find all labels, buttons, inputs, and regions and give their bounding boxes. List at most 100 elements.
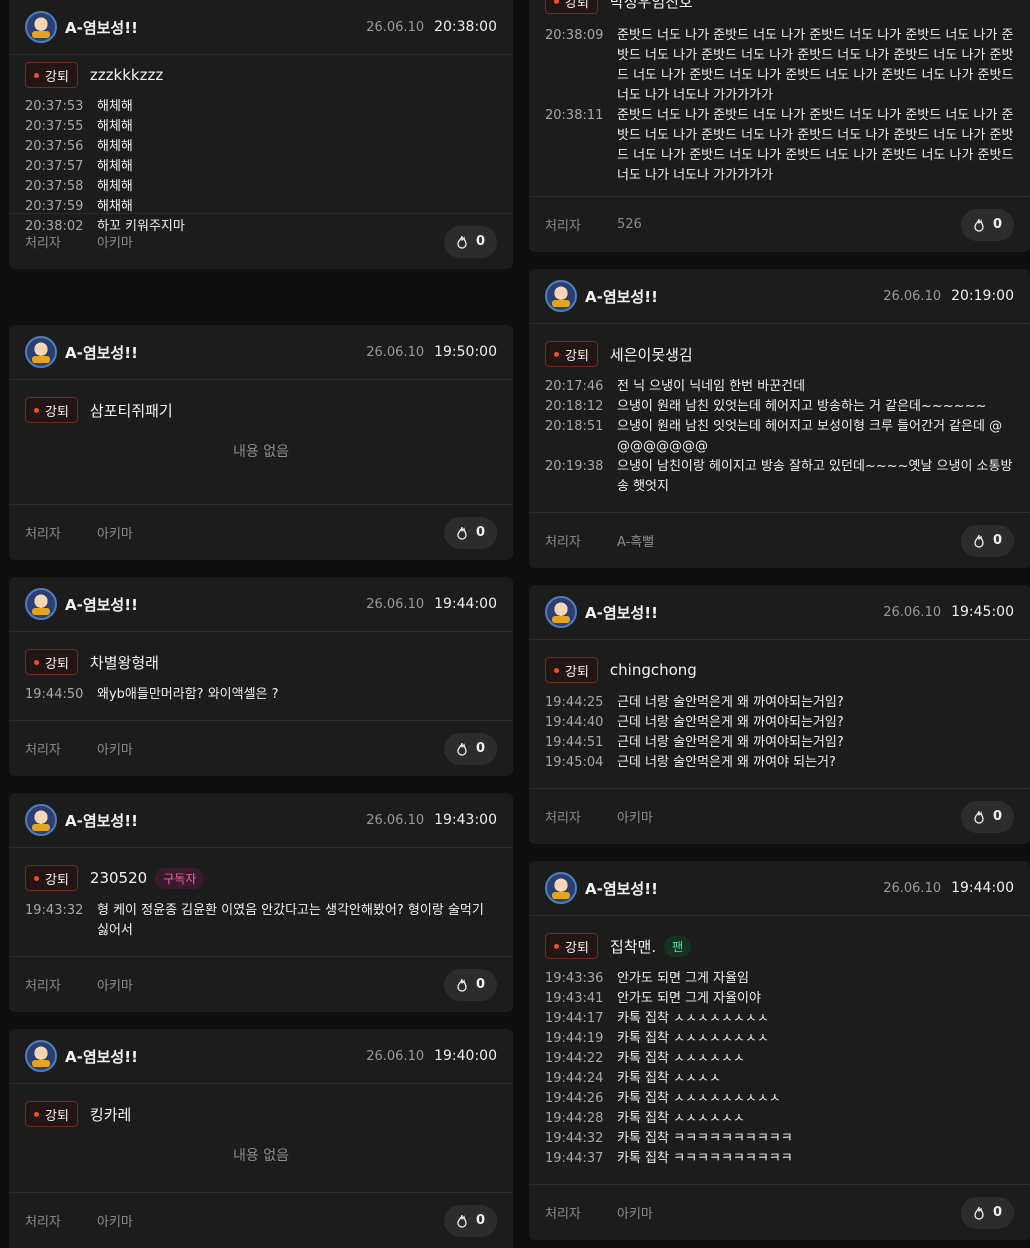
dot-icon (34, 875, 39, 881)
like-button[interactable]: 0 (960, 524, 1014, 557)
chat-line: 20:17:46 전 닉 으냉이 닉네임 한번 바꾼건데 (545, 377, 1014, 397)
target-name[interactable]: 세은이못생김 (610, 344, 693, 365)
author-name[interactable]: A-염보성!! (65, 17, 138, 38)
like-count: 0 (475, 234, 485, 249)
avatar[interactable] (25, 336, 57, 368)
handler-name[interactable]: A-흑뻘 (617, 531, 654, 550)
like-button[interactable]: 0 (443, 732, 497, 765)
avatar[interactable] (25, 1040, 57, 1072)
handler-label: 처리자 (545, 1207, 581, 1222)
chat-text: 준밧드 너도 나가 준밧드 너도 나가 준밧드 너도 나가 준밧드 너도 나가 … (617, 28, 1014, 103)
dot-icon (34, 72, 39, 78)
chat-time: 19:43:36 (545, 971, 604, 986)
like-button[interactable]: 0 (443, 968, 497, 1001)
like-button[interactable]: 0 (443, 516, 497, 549)
chat-line: 19:43:36 안가도 되면 그게 자율임 (545, 969, 1014, 989)
dot-icon (34, 407, 39, 413)
chat-line: 20:37:56 해체해 (25, 137, 497, 157)
kick-tag: 강퇴 (545, 933, 598, 959)
target-name[interactable]: chingchong (610, 661, 697, 679)
kick-tag: 강퇴 (25, 397, 78, 423)
card-footer: 처리자 아키마 0 (529, 788, 1030, 844)
kick-tag-label: 강퇴 (565, 940, 589, 956)
kick-tag: 강퇴 (545, 341, 598, 367)
chat-text: 근데 너랑 술안먹은게 왜 까여야되는거임? (617, 735, 844, 750)
handler-name[interactable]: 아키마 (617, 807, 653, 826)
kick-tag-label: 강퇴 (45, 69, 69, 85)
card-header: A-염보성!! 26.06.10 19:44:00 (9, 577, 513, 632)
author-name[interactable]: A-염보성!! (65, 810, 138, 831)
kick-card: A-염보성!! 26.06.10 19:44:00 강퇴 집착맨. 팬 19:4… (529, 861, 1030, 1240)
target-name[interactable]: 박정우임진호 (610, 0, 693, 12)
author-name[interactable]: A-염보성!! (585, 602, 658, 623)
card-date: 26.06.10 (366, 344, 425, 360)
avatar[interactable] (545, 872, 577, 904)
chat-line: 19:44:26 카톡 집착 ㅅㅅㅅㅅㅅㅅㅅㅅㅅ (545, 1089, 1014, 1109)
chat-time: 20:19:38 (545, 459, 604, 474)
card-body: 강퇴 세은이못생김 20:17:46 전 닉 으냉이 닉네임 한번 바꾼건데 20… (545, 341, 1014, 497)
chat-time: 19:43:41 (545, 991, 604, 1006)
handler-name[interactable]: 아키마 (97, 975, 133, 994)
chat-line: 19:44:50 왜yb애들만머라함? 와이액셀은 ? (25, 685, 497, 705)
target-name[interactable]: 킹카레 (90, 1104, 131, 1125)
handler-name[interactable]: 아키마 (97, 232, 133, 251)
chat-text: 형 케이 정윤종 김윤환 이였음 안갔다고는 생각안해봤어? 형이랑 술먹기 싫… (97, 903, 484, 938)
target-name[interactable]: 집착맨. (610, 936, 656, 957)
kick-card: A-염보성!! 26.06.10 19:43:00 강퇴 230520 구독자 … (9, 793, 513, 1012)
card-body: 강퇴 킹카레 내용 없음 (25, 1101, 497, 1165)
chat-time: 19:44:25 (545, 695, 604, 710)
handler-name[interactable]: 아키마 (97, 523, 133, 542)
like-button[interactable]: 0 (960, 800, 1014, 833)
handler-label: 처리자 (25, 1215, 61, 1230)
kick-card: A-염보성!! 26.06.10 20:38:00 강퇴 zzzkkkzzz 2… (9, 0, 513, 269)
kick-card: 강퇴 박정우임진호 20:38:09 준밧드 너도 나가 준밧드 너도 나가 준밧… (529, 0, 1030, 252)
handler-name[interactable]: 526 (617, 217, 642, 232)
handler-name[interactable]: 아키마 (97, 739, 133, 758)
card-body: 강퇴 zzzkkkzzz 20:37:53 해체해 20:37:55 해체해 20:… (25, 62, 497, 237)
handler-name[interactable]: 아키마 (617, 1203, 653, 1222)
card-date: 26.06.10 (366, 19, 425, 35)
avatar[interactable] (25, 588, 57, 620)
kick-card: A-염보성!! 26.06.10 19:40:00 강퇴 킹카레 내용 없음 처… (9, 1029, 513, 1248)
avatar[interactable] (545, 280, 577, 312)
card-date: 26.06.10 (883, 880, 942, 896)
avatar[interactable] (25, 11, 57, 43)
author-name[interactable]: A-염보성!! (65, 342, 138, 363)
author-name[interactable]: A-염보성!! (585, 286, 658, 307)
author-name[interactable]: A-염보성!! (65, 1046, 138, 1067)
chat-time: 19:43:32 (25, 903, 84, 918)
target-name[interactable]: 차별왕형래 (90, 652, 159, 673)
target-name[interactable]: 삼포티쥐패기 (90, 400, 173, 421)
chat-time: 19:45:04 (545, 755, 604, 770)
kick-tag: 강퇴 (545, 0, 598, 14)
author-name[interactable]: A-염보성!! (65, 594, 138, 615)
chat-time: 19:44:24 (545, 1071, 604, 1086)
like-button[interactable]: 0 (443, 1204, 497, 1237)
kick-card: A-염보성!! 26.06.10 19:50:00 강퇴 삼포티쥐패기 내용 없… (9, 325, 513, 560)
like-count: 0 (475, 977, 485, 992)
card-time: 19:50:00 (434, 344, 497, 360)
like-button[interactable]: 0 (443, 225, 497, 258)
card-time: 19:40:00 (434, 1048, 497, 1064)
avatar[interactable] (545, 596, 577, 628)
chat-time: 19:44:19 (545, 1031, 604, 1046)
avatar[interactable] (25, 804, 57, 836)
chat-line: 19:45:04 근데 너랑 술안먹은게 왜 까여야 되는거? (545, 753, 1014, 773)
chat-time: 20:17:46 (545, 379, 604, 394)
handler-label: 처리자 (25, 527, 61, 542)
handler-name[interactable]: 아키마 (97, 1211, 133, 1230)
card-date: 26.06.10 (883, 288, 942, 304)
target-name[interactable]: 230520 (90, 869, 147, 887)
card-footer: 처리자 526 0 (529, 196, 1030, 252)
like-button[interactable]: 0 (960, 208, 1014, 241)
like-button[interactable]: 0 (960, 1196, 1014, 1229)
handler-label: 처리자 (25, 236, 61, 251)
target-name[interactable]: zzzkkkzzz (90, 66, 163, 84)
chat-time: 20:18:51 (545, 419, 604, 434)
fire-icon (974, 534, 984, 548)
author-name[interactable]: A-염보성!! (585, 878, 658, 899)
chat-time: 19:44:40 (545, 715, 604, 730)
chat-text: 카톡 집착 ㅅㅅㅅㅅㅅㅅ (617, 1051, 745, 1066)
chat-text: 근데 너랑 술안먹은게 왜 까여야되는거임? (617, 695, 844, 710)
card-date: 26.06.10 (366, 1048, 425, 1064)
